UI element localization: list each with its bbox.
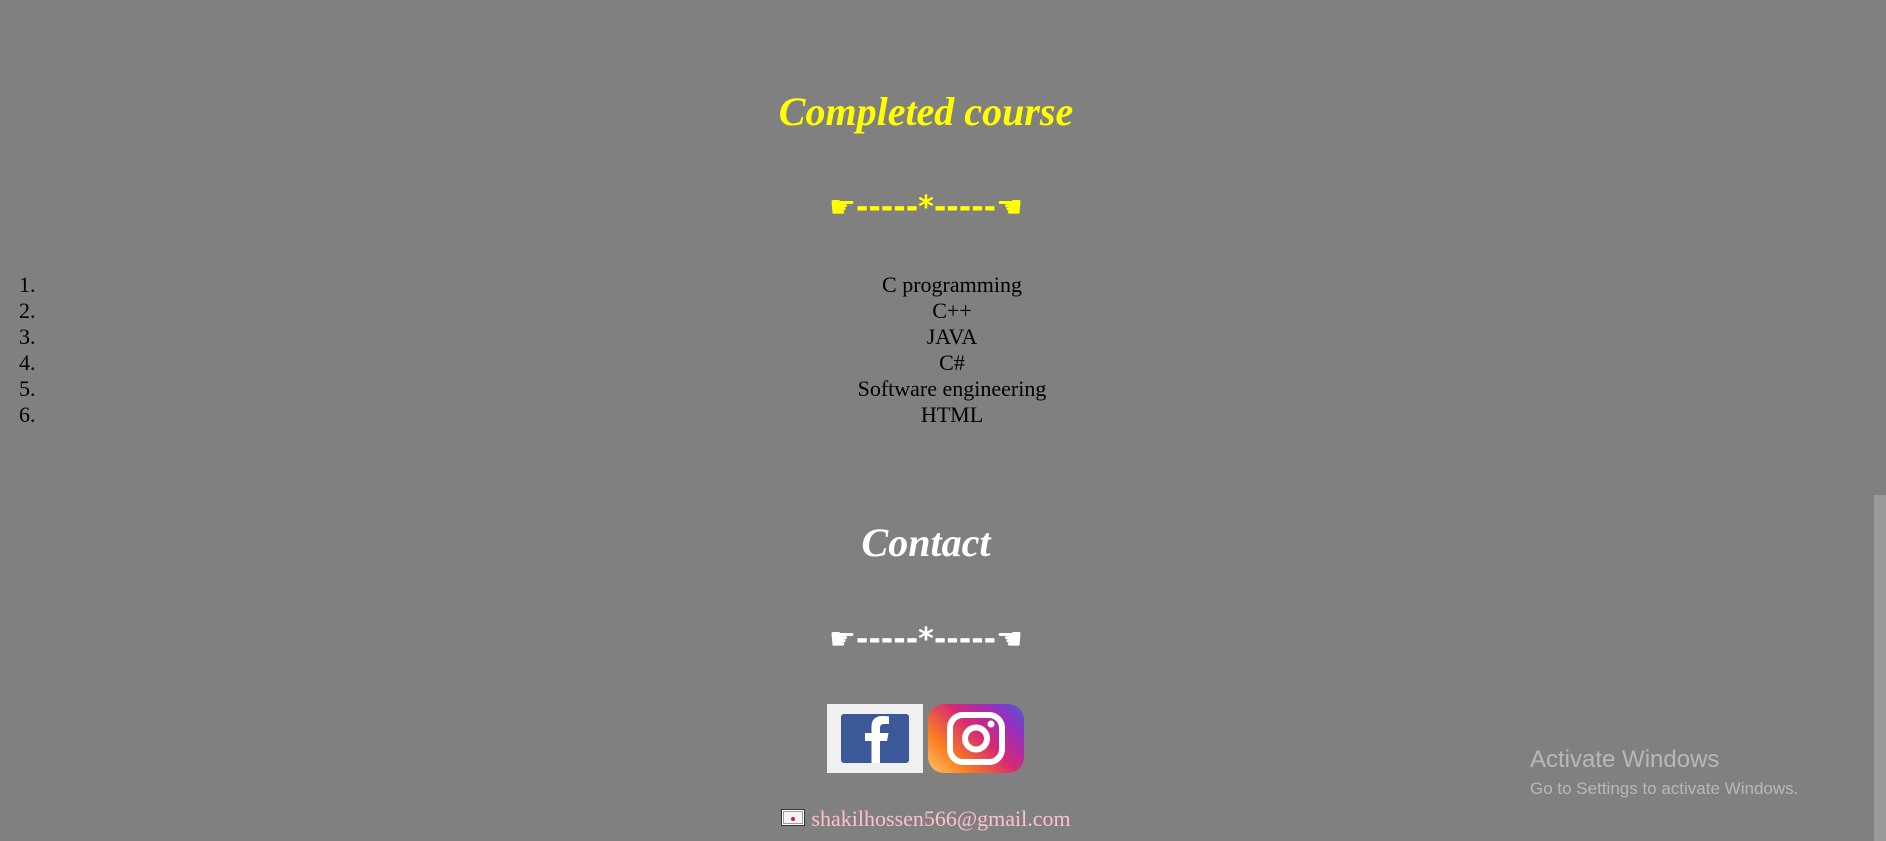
- list-item: 6. HTML: [0, 402, 1852, 428]
- list-item: 4. C#: [0, 350, 1852, 376]
- email-row: shakilhossen566@gmail.com: [0, 804, 1852, 832]
- list-item-label: C programming: [882, 272, 1022, 297]
- facebook-icon[interactable]: [827, 704, 923, 773]
- list-item-number: 5.: [19, 376, 36, 401]
- courses-divider: ☛-----*-----☚: [829, 190, 1023, 225]
- contact-divider: ☛-----*-----☚: [829, 622, 1023, 657]
- list-item: 2. C++: [0, 298, 1852, 324]
- email-link[interactable]: shakilhossen566@gmail.com: [811, 806, 1070, 831]
- list-item: 5. Software engineering: [0, 376, 1852, 402]
- list-item-number: 4.: [19, 350, 36, 375]
- list-item: 1. C programming: [0, 272, 1852, 298]
- watermark-title: Activate Windows: [1530, 746, 1720, 773]
- vertical-scrollbar[interactable]: [1874, 0, 1886, 841]
- list-item-label: HTML: [920, 402, 984, 427]
- activate-windows-watermark: Activate Windows Go to Settings to activ…: [1530, 745, 1798, 801]
- list-item-label: C#: [939, 350, 965, 375]
- contact-heading: Contact: [861, 520, 991, 565]
- list-item-number: 1.: [19, 272, 36, 297]
- list-item: 3. JAVA: [0, 324, 1852, 350]
- list-item-label: Software engineering: [857, 376, 1047, 401]
- course-list: 1. C programming 2. C++ 3. JAVA 4. C# 5.…: [0, 272, 1852, 428]
- completed-course-heading: Completed course: [778, 89, 1074, 134]
- list-item-number: 6.: [19, 402, 36, 427]
- instagram-icon[interactable]: [928, 704, 1024, 773]
- scrollbar-thumb[interactable]: [1874, 495, 1886, 841]
- list-item-number: 3.: [19, 324, 36, 349]
- social-links: [827, 704, 1024, 773]
- watermark-subtitle: Go to Settings to activate Windows.: [1530, 779, 1799, 798]
- list-item-label: JAVA: [926, 324, 978, 349]
- list-item-number: 2.: [19, 298, 36, 323]
- list-item-label: C++: [932, 298, 972, 323]
- envelope-icon: [781, 806, 806, 832]
